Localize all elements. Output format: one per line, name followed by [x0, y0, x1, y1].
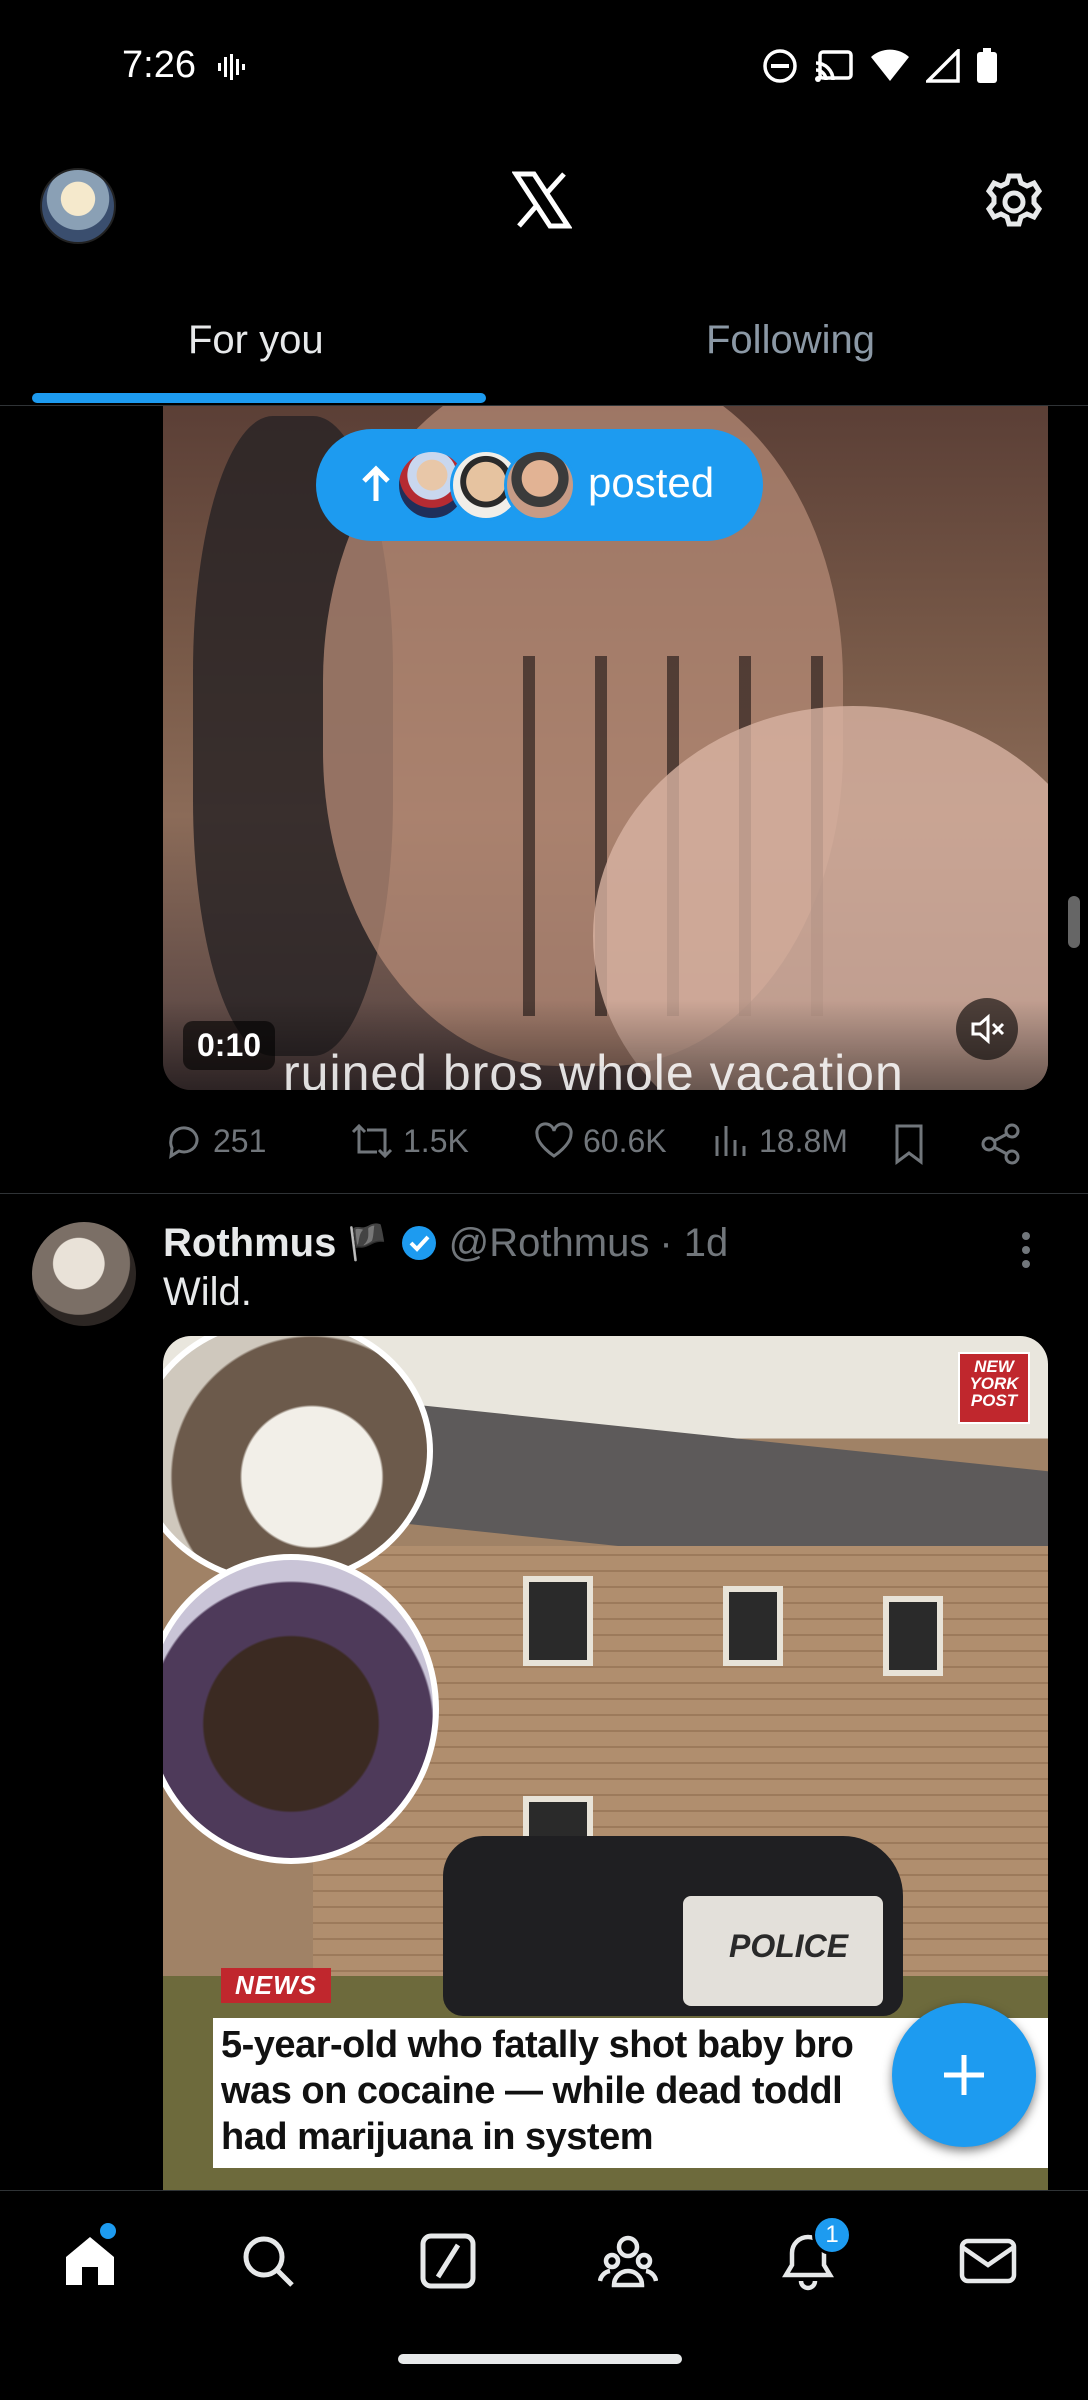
compose-button[interactable] — [892, 2003, 1036, 2147]
communities-icon[interactable] — [598, 2231, 658, 2291]
reply-button[interactable]: 251 — [163, 1120, 266, 1162]
status-time: 7:26 — [122, 44, 196, 86]
home-icon[interactable] — [60, 2231, 120, 2291]
mail-icon[interactable] — [958, 2231, 1018, 2291]
tab-following[interactable]: Following — [706, 318, 875, 363]
repost-button[interactable]: 1.5K — [349, 1120, 469, 1162]
brand-logo: NEW YORK POST — [958, 1352, 1030, 1424]
repost-count: 1.5K — [403, 1122, 469, 1159]
gear-icon[interactable] — [982, 170, 1046, 234]
home-indicator[interactable] — [398, 2354, 682, 2364]
reply-icon — [169, 1126, 199, 1159]
signal-icon — [926, 49, 960, 83]
views-button[interactable]: 18.8M — [711, 1120, 848, 1162]
author-name[interactable]: Rothmus — [163, 1221, 336, 1266]
scrollbar[interactable] — [1068, 896, 1080, 948]
plus-icon — [944, 2055, 984, 2095]
new-posts-pill[interactable]: posted — [316, 429, 763, 541]
flag-emoji: 🏴 — [346, 1224, 389, 1262]
cast-icon — [815, 50, 853, 82]
reply-count: 251 — [213, 1122, 267, 1159]
share-icon[interactable] — [979, 1122, 1023, 1166]
notification-badge: 1 — [812, 2215, 852, 2255]
do-not-disturb-icon — [763, 49, 797, 83]
repost-icon — [351, 1123, 393, 1159]
x-logo-icon[interactable] — [512, 170, 572, 230]
author-handle[interactable]: @Rothmus — [449, 1221, 650, 1266]
video-duration: 0:10 — [183, 1021, 276, 1070]
verified-badge-icon — [401, 1226, 436, 1260]
post-actions: 251 1.5K 60.6K 18.8M — [163, 1110, 1048, 1174]
tweet-time: · 1d — [659, 1220, 729, 1265]
grok-icon[interactable] — [418, 2231, 478, 2291]
audio-wave-icon — [218, 54, 245, 80]
bookmark-icon[interactable] — [889, 1122, 929, 1166]
police-label: POLICE — [729, 1928, 849, 1964]
divider — [0, 1193, 1088, 1194]
views-count: 18.8M — [759, 1122, 848, 1159]
mute-button[interactable] — [956, 998, 1018, 1060]
speaker-muted-icon — [971, 1013, 1005, 1045]
news-tag: NEWS — [221, 1968, 331, 2003]
active-tab-indicator — [32, 393, 486, 403]
like-count: 60.6K — [583, 1122, 667, 1159]
unread-dot — [100, 2223, 116, 2239]
bottom-nav: 1 — [0, 2190, 1088, 2400]
posted-label: posted — [588, 459, 715, 506]
status-icons — [762, 48, 998, 84]
avatar — [504, 449, 576, 521]
battery-icon — [977, 48, 997, 83]
heart-icon — [535, 1122, 573, 1158]
like-button[interactable]: 60.6K — [533, 1120, 667, 1162]
status-bar: 7:26 — [0, 0, 1088, 135]
tab-for-you[interactable]: For you — [188, 318, 324, 363]
tweet-header: Rothmus 🏴 @Rothmus · 1d — [163, 1218, 728, 1268]
video-caption: ruined bros whole vacation — [283, 1045, 904, 1090]
avatar[interactable] — [32, 1222, 136, 1326]
more-options-icon[interactable] — [1018, 1228, 1034, 1272]
feed-tabs: For you Following — [0, 300, 1088, 406]
views-icon — [715, 1126, 746, 1156]
profile-avatar[interactable] — [40, 168, 116, 244]
tweet-text: Wild. — [163, 1270, 252, 1314]
arrow-up-icon — [362, 465, 390, 501]
search-icon[interactable] — [238, 2231, 298, 2291]
wifi-icon — [871, 49, 909, 81]
